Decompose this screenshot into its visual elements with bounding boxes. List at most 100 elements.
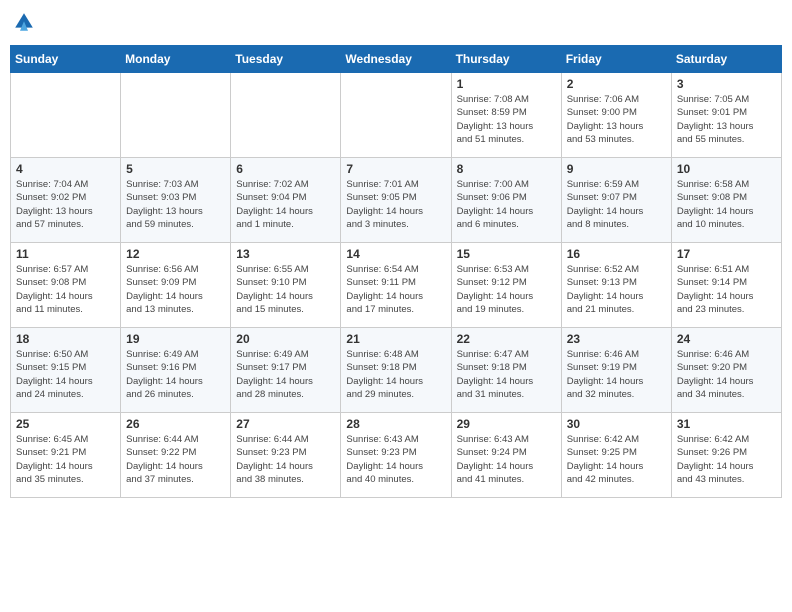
day-number: 17 [677, 247, 776, 261]
day-number: 1 [457, 77, 556, 91]
day-number: 23 [567, 332, 666, 346]
calendar-week-1: 1 Sunrise: 7:08 AM Sunset: 8:59 PM Daylig… [11, 73, 782, 158]
calendar-cell: 11 Sunrise: 6:57 AM Sunset: 9:08 PM Dayli… [11, 243, 121, 328]
day-number: 9 [567, 162, 666, 176]
calendar-cell: 31 Sunrise: 6:42 AM Sunset: 9:26 PM Dayli… [671, 413, 781, 498]
weekday-header-wednesday: Wednesday [341, 46, 451, 73]
calendar-cell: 12Sunrise: 6:56 AM Sunset: 9:09 PM Dayli… [121, 243, 231, 328]
calendar-cell: 7Sunrise: 7:01 AM Sunset: 9:05 PM Daylig… [341, 158, 451, 243]
day-info: Sunrise: 6:54 AM Sunset: 9:11 PM Dayligh… [346, 263, 445, 316]
day-info: Sunrise: 6:51 AM Sunset: 9:14 PM Dayligh… [677, 263, 776, 316]
day-info: Sunrise: 6:47 AM Sunset: 9:18 PM Dayligh… [457, 348, 556, 401]
calendar-cell: 30 Sunrise: 6:42 AM Sunset: 9:25 PM Dayli… [561, 413, 671, 498]
calendar-cell: 13 Sunrise: 6:55 AM Sunset: 9:10 PM Dayli… [231, 243, 341, 328]
day-number: 8 [457, 162, 556, 176]
day-number: 27 [236, 417, 335, 431]
day-number: 20 [236, 332, 335, 346]
day-info: Sunrise: 6:44 AM Sunset: 9:23 PM Dayligh… [236, 433, 335, 486]
day-info: Sunrise: 6:46 AM Sunset: 9:20 PM Dayligh… [677, 348, 776, 401]
day-info: Sunrise: 6:43 AM Sunset: 9:23 PM Dayligh… [346, 433, 445, 486]
calendar-cell: 20Sunrise: 6:49 AM Sunset: 9:17 PM Dayli… [231, 328, 341, 413]
day-info: Sunrise: 6:42 AM Sunset: 9:25 PM Dayligh… [567, 433, 666, 486]
calendar-cell: 27 Sunrise: 6:44 AM Sunset: 9:23 PM Dayli… [231, 413, 341, 498]
calendar-cell: 10 Sunrise: 6:58 AM Sunset: 9:08 PM Dayli… [671, 158, 781, 243]
calendar-week-5: 25 Sunrise: 6:45 AM Sunset: 9:21 PM Dayli… [11, 413, 782, 498]
day-number: 25 [16, 417, 115, 431]
calendar-cell: 24 Sunrise: 6:46 AM Sunset: 9:20 PM Dayli… [671, 328, 781, 413]
calendar-cell [341, 73, 451, 158]
calendar-cell: 29Sunrise: 6:43 AM Sunset: 9:24 PM Dayli… [451, 413, 561, 498]
day-info: Sunrise: 6:44 AM Sunset: 9:22 PM Dayligh… [126, 433, 225, 486]
calendar-cell: 2 Sunrise: 7:06 AM Sunset: 9:00 PM Daylig… [561, 73, 671, 158]
day-number: 3 [677, 77, 776, 91]
day-number: 22 [457, 332, 556, 346]
calendar-cell: 15 Sunrise: 6:53 AM Sunset: 9:12 PM Dayli… [451, 243, 561, 328]
calendar-cell: 26Sunrise: 6:44 AM Sunset: 9:22 PM Dayli… [121, 413, 231, 498]
day-info: Sunrise: 6:56 AM Sunset: 9:09 PM Dayligh… [126, 263, 225, 316]
day-info: Sunrise: 6:50 AM Sunset: 9:15 PM Dayligh… [16, 348, 115, 401]
calendar-week-4: 18 Sunrise: 6:50 AM Sunset: 9:15 PM Dayli… [11, 328, 782, 413]
day-info: Sunrise: 7:05 AM Sunset: 9:01 PM Dayligh… [677, 93, 776, 146]
day-number: 29 [457, 417, 556, 431]
day-info: Sunrise: 7:02 AM Sunset: 9:04 PM Dayligh… [236, 178, 335, 231]
day-number: 13 [236, 247, 335, 261]
calendar-cell: 22 Sunrise: 6:47 AM Sunset: 9:18 PM Dayli… [451, 328, 561, 413]
day-number: 2 [567, 77, 666, 91]
day-info: Sunrise: 6:42 AM Sunset: 9:26 PM Dayligh… [677, 433, 776, 486]
day-info: Sunrise: 6:59 AM Sunset: 9:07 PM Dayligh… [567, 178, 666, 231]
day-info: Sunrise: 6:52 AM Sunset: 9:13 PM Dayligh… [567, 263, 666, 316]
weekday-header-monday: Monday [121, 46, 231, 73]
day-number: 31 [677, 417, 776, 431]
day-info: Sunrise: 6:46 AM Sunset: 9:19 PM Dayligh… [567, 348, 666, 401]
day-number: 30 [567, 417, 666, 431]
day-info: Sunrise: 6:58 AM Sunset: 9:08 PM Dayligh… [677, 178, 776, 231]
calendar-cell: 16 Sunrise: 6:52 AM Sunset: 9:13 PM Dayli… [561, 243, 671, 328]
calendar-cell: 3 Sunrise: 7:05 AM Sunset: 9:01 PM Daylig… [671, 73, 781, 158]
day-number: 24 [677, 332, 776, 346]
logo [10, 10, 36, 39]
calendar-week-3: 11 Sunrise: 6:57 AM Sunset: 9:08 PM Dayli… [11, 243, 782, 328]
day-number: 5 [126, 162, 225, 176]
day-info: Sunrise: 7:06 AM Sunset: 9:00 PM Dayligh… [567, 93, 666, 146]
calendar-cell: 17 Sunrise: 6:51 AM Sunset: 9:14 PM Dayli… [671, 243, 781, 328]
day-info: Sunrise: 7:01 AM Sunset: 9:05 PM Dayligh… [346, 178, 445, 231]
calendar-cell: 5 Sunrise: 7:03 AM Sunset: 9:03 PM Daylig… [121, 158, 231, 243]
calendar-cell: 1 Sunrise: 7:08 AM Sunset: 8:59 PM Daylig… [451, 73, 561, 158]
header [10, 10, 782, 39]
day-number: 28 [346, 417, 445, 431]
calendar-cell: 25 Sunrise: 6:45 AM Sunset: 9:21 PM Dayli… [11, 413, 121, 498]
day-number: 4 [16, 162, 115, 176]
logo-icon [12, 10, 36, 34]
day-info: Sunrise: 7:03 AM Sunset: 9:03 PM Dayligh… [126, 178, 225, 231]
weekday-header-tuesday: Tuesday [231, 46, 341, 73]
day-info: Sunrise: 6:45 AM Sunset: 9:21 PM Dayligh… [16, 433, 115, 486]
calendar-cell [11, 73, 121, 158]
calendar-table: SundayMondayTuesdayWednesdayThursdayFrid… [10, 45, 782, 498]
day-number: 15 [457, 247, 556, 261]
weekday-header-sunday: Sunday [11, 46, 121, 73]
calendar-cell: 4 Sunrise: 7:04 AM Sunset: 9:02 PM Daylig… [11, 158, 121, 243]
calendar-week-2: 4 Sunrise: 7:04 AM Sunset: 9:02 PM Daylig… [11, 158, 782, 243]
day-number: 18 [16, 332, 115, 346]
day-info: Sunrise: 7:04 AM Sunset: 9:02 PM Dayligh… [16, 178, 115, 231]
day-number: 14 [346, 247, 445, 261]
day-info: Sunrise: 6:55 AM Sunset: 9:10 PM Dayligh… [236, 263, 335, 316]
weekday-header-saturday: Saturday [671, 46, 781, 73]
calendar-cell: 19Sunrise: 6:49 AM Sunset: 9:16 PM Dayli… [121, 328, 231, 413]
calendar-cell: 23 Sunrise: 6:46 AM Sunset: 9:19 PM Dayli… [561, 328, 671, 413]
day-info: Sunrise: 7:00 AM Sunset: 9:06 PM Dayligh… [457, 178, 556, 231]
calendar-cell [231, 73, 341, 158]
calendar-cell: 9 Sunrise: 6:59 AM Sunset: 9:07 PM Daylig… [561, 158, 671, 243]
day-info: Sunrise: 6:49 AM Sunset: 9:16 PM Dayligh… [126, 348, 225, 401]
calendar-cell: 14 Sunrise: 6:54 AM Sunset: 9:11 PM Dayli… [341, 243, 451, 328]
calendar-cell: 21Sunrise: 6:48 AM Sunset: 9:18 PM Dayli… [341, 328, 451, 413]
day-number: 11 [16, 247, 115, 261]
day-info: Sunrise: 6:57 AM Sunset: 9:08 PM Dayligh… [16, 263, 115, 316]
day-number: 16 [567, 247, 666, 261]
day-number: 10 [677, 162, 776, 176]
day-info: Sunrise: 6:53 AM Sunset: 9:12 PM Dayligh… [457, 263, 556, 316]
weekday-header-thursday: Thursday [451, 46, 561, 73]
day-info: Sunrise: 7:08 AM Sunset: 8:59 PM Dayligh… [457, 93, 556, 146]
calendar-cell: 8 Sunrise: 7:00 AM Sunset: 9:06 PM Daylig… [451, 158, 561, 243]
calendar-cell: 28 Sunrise: 6:43 AM Sunset: 9:23 PM Dayli… [341, 413, 451, 498]
